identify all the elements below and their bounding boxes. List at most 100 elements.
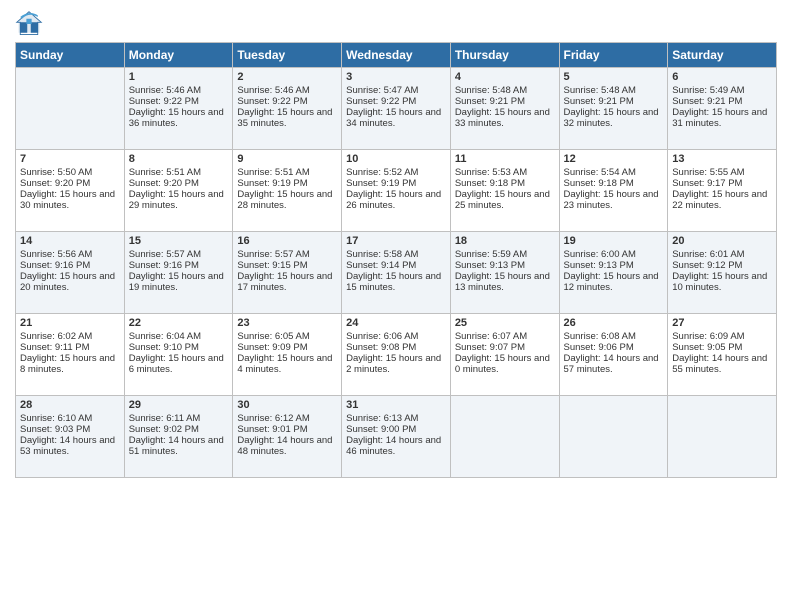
daylight-label: Daylight: 15 hours and 12 minutes. bbox=[564, 271, 659, 293]
sunrise-label: Sunrise: 6:01 AM bbox=[672, 249, 744, 260]
sunrise-label: Sunrise: 6:09 AM bbox=[672, 331, 744, 342]
sunset-label: Sunset: 9:21 PM bbox=[455, 96, 525, 107]
day-number: 17 bbox=[346, 235, 446, 247]
calendar-cell: 31 Sunrise: 6:13 AM Sunset: 9:00 PM Dayl… bbox=[342, 396, 451, 478]
daylight-label: Daylight: 15 hours and 4 minutes. bbox=[237, 353, 332, 375]
calendar-cell: 29 Sunrise: 6:11 AM Sunset: 9:02 PM Dayl… bbox=[124, 396, 233, 478]
sunrise-label: Sunrise: 6:06 AM bbox=[346, 331, 418, 342]
logo-icon bbox=[15, 10, 43, 38]
daylight-label: Daylight: 14 hours and 55 minutes. bbox=[672, 353, 767, 375]
calendar-cell: 26 Sunrise: 6:08 AM Sunset: 9:06 PM Dayl… bbox=[559, 314, 668, 396]
sunrise-label: Sunrise: 6:00 AM bbox=[564, 249, 636, 260]
calendar-cell: 22 Sunrise: 6:04 AM Sunset: 9:10 PM Dayl… bbox=[124, 314, 233, 396]
sunset-label: Sunset: 9:21 PM bbox=[564, 96, 634, 107]
sunset-label: Sunset: 9:15 PM bbox=[237, 260, 307, 271]
sunrise-label: Sunrise: 5:46 AM bbox=[237, 85, 309, 96]
sunset-label: Sunset: 9:00 PM bbox=[346, 424, 416, 435]
sunrise-label: Sunrise: 5:51 AM bbox=[237, 167, 309, 178]
header bbox=[15, 10, 777, 38]
calendar-cell: 13 Sunrise: 5:55 AM Sunset: 9:17 PM Dayl… bbox=[668, 150, 777, 232]
calendar-cell: 15 Sunrise: 5:57 AM Sunset: 9:16 PM Dayl… bbox=[124, 232, 233, 314]
calendar-cell: 2 Sunrise: 5:46 AM Sunset: 9:22 PM Dayli… bbox=[233, 68, 342, 150]
sunrise-label: Sunrise: 5:49 AM bbox=[672, 85, 744, 96]
daylight-label: Daylight: 15 hours and 10 minutes. bbox=[672, 271, 767, 293]
calendar-cell: 17 Sunrise: 5:58 AM Sunset: 9:14 PM Dayl… bbox=[342, 232, 451, 314]
daylight-label: Daylight: 15 hours and 6 minutes. bbox=[129, 353, 224, 375]
daylight-label: Daylight: 14 hours and 57 minutes. bbox=[564, 353, 659, 375]
sunset-label: Sunset: 9:21 PM bbox=[672, 96, 742, 107]
daylight-label: Daylight: 15 hours and 31 minutes. bbox=[672, 107, 767, 129]
sunset-label: Sunset: 9:07 PM bbox=[455, 342, 525, 353]
day-number: 31 bbox=[346, 399, 446, 411]
sunset-label: Sunset: 9:18 PM bbox=[564, 178, 634, 189]
sunrise-label: Sunrise: 6:05 AM bbox=[237, 331, 309, 342]
daylight-label: Daylight: 15 hours and 8 minutes. bbox=[20, 353, 115, 375]
calendar-day-header: Wednesday bbox=[342, 43, 451, 68]
sunrise-label: Sunrise: 6:07 AM bbox=[455, 331, 527, 342]
calendar-week-row: 14 Sunrise: 5:56 AM Sunset: 9:16 PM Dayl… bbox=[16, 232, 777, 314]
calendar-cell: 5 Sunrise: 5:48 AM Sunset: 9:21 PM Dayli… bbox=[559, 68, 668, 150]
calendar-cell: 30 Sunrise: 6:12 AM Sunset: 9:01 PM Dayl… bbox=[233, 396, 342, 478]
calendar-cell bbox=[559, 396, 668, 478]
sunset-label: Sunset: 9:11 PM bbox=[20, 342, 90, 353]
sunset-label: Sunset: 9:08 PM bbox=[346, 342, 416, 353]
sunset-label: Sunset: 9:19 PM bbox=[237, 178, 307, 189]
sunrise-label: Sunrise: 5:52 AM bbox=[346, 167, 418, 178]
calendar-header-row: SundayMondayTuesdayWednesdayThursdayFrid… bbox=[16, 43, 777, 68]
sunset-label: Sunset: 9:14 PM bbox=[346, 260, 416, 271]
sunset-label: Sunset: 9:09 PM bbox=[237, 342, 307, 353]
day-number: 8 bbox=[129, 153, 229, 165]
sunset-label: Sunset: 9:17 PM bbox=[672, 178, 742, 189]
sunset-label: Sunset: 9:06 PM bbox=[564, 342, 634, 353]
calendar-cell: 27 Sunrise: 6:09 AM Sunset: 9:05 PM Dayl… bbox=[668, 314, 777, 396]
day-number: 7 bbox=[20, 153, 120, 165]
logo bbox=[15, 10, 47, 38]
day-number: 3 bbox=[346, 71, 446, 83]
sunrise-label: Sunrise: 5:58 AM bbox=[346, 249, 418, 260]
day-number: 18 bbox=[455, 235, 555, 247]
calendar-week-row: 7 Sunrise: 5:50 AM Sunset: 9:20 PM Dayli… bbox=[16, 150, 777, 232]
calendar-week-row: 21 Sunrise: 6:02 AM Sunset: 9:11 PM Dayl… bbox=[16, 314, 777, 396]
day-number: 5 bbox=[564, 71, 664, 83]
day-number: 15 bbox=[129, 235, 229, 247]
calendar-cell: 20 Sunrise: 6:01 AM Sunset: 9:12 PM Dayl… bbox=[668, 232, 777, 314]
calendar-cell bbox=[16, 68, 125, 150]
daylight-label: Daylight: 15 hours and 26 minutes. bbox=[346, 189, 441, 211]
sunrise-label: Sunrise: 5:48 AM bbox=[455, 85, 527, 96]
sunrise-label: Sunrise: 6:08 AM bbox=[564, 331, 636, 342]
calendar-cell: 18 Sunrise: 5:59 AM Sunset: 9:13 PM Dayl… bbox=[450, 232, 559, 314]
daylight-label: Daylight: 14 hours and 51 minutes. bbox=[129, 435, 224, 457]
calendar-day-header: Friday bbox=[559, 43, 668, 68]
calendar-day-header: Sunday bbox=[16, 43, 125, 68]
daylight-label: Daylight: 15 hours and 28 minutes. bbox=[237, 189, 332, 211]
calendar-cell: 1 Sunrise: 5:46 AM Sunset: 9:22 PM Dayli… bbox=[124, 68, 233, 150]
sunset-label: Sunset: 9:16 PM bbox=[129, 260, 199, 271]
daylight-label: Daylight: 15 hours and 35 minutes. bbox=[237, 107, 332, 129]
daylight-label: Daylight: 15 hours and 36 minutes. bbox=[129, 107, 224, 129]
daylight-label: Daylight: 15 hours and 2 minutes. bbox=[346, 353, 441, 375]
calendar-cell: 4 Sunrise: 5:48 AM Sunset: 9:21 PM Dayli… bbox=[450, 68, 559, 150]
calendar-cell: 23 Sunrise: 6:05 AM Sunset: 9:09 PM Dayl… bbox=[233, 314, 342, 396]
sunrise-label: Sunrise: 5:57 AM bbox=[237, 249, 309, 260]
sunrise-label: Sunrise: 6:04 AM bbox=[129, 331, 201, 342]
daylight-label: Daylight: 14 hours and 46 minutes. bbox=[346, 435, 441, 457]
daylight-label: Daylight: 15 hours and 20 minutes. bbox=[20, 271, 115, 293]
day-number: 10 bbox=[346, 153, 446, 165]
sunrise-label: Sunrise: 6:12 AM bbox=[237, 413, 309, 424]
daylight-label: Daylight: 15 hours and 22 minutes. bbox=[672, 189, 767, 211]
day-number: 30 bbox=[237, 399, 337, 411]
day-number: 13 bbox=[672, 153, 772, 165]
calendar-cell bbox=[450, 396, 559, 478]
daylight-label: Daylight: 14 hours and 53 minutes. bbox=[20, 435, 115, 457]
calendar-cell: 25 Sunrise: 6:07 AM Sunset: 9:07 PM Dayl… bbox=[450, 314, 559, 396]
sunrise-label: Sunrise: 6:11 AM bbox=[129, 413, 201, 424]
sunrise-label: Sunrise: 5:59 AM bbox=[455, 249, 527, 260]
sunset-label: Sunset: 9:12 PM bbox=[672, 260, 742, 271]
calendar-cell: 3 Sunrise: 5:47 AM Sunset: 9:22 PM Dayli… bbox=[342, 68, 451, 150]
sunrise-label: Sunrise: 5:56 AM bbox=[20, 249, 92, 260]
daylight-label: Daylight: 15 hours and 23 minutes. bbox=[564, 189, 659, 211]
calendar-cell: 16 Sunrise: 5:57 AM Sunset: 9:15 PM Dayl… bbox=[233, 232, 342, 314]
daylight-label: Daylight: 15 hours and 19 minutes. bbox=[129, 271, 224, 293]
day-number: 21 bbox=[20, 317, 120, 329]
day-number: 6 bbox=[672, 71, 772, 83]
